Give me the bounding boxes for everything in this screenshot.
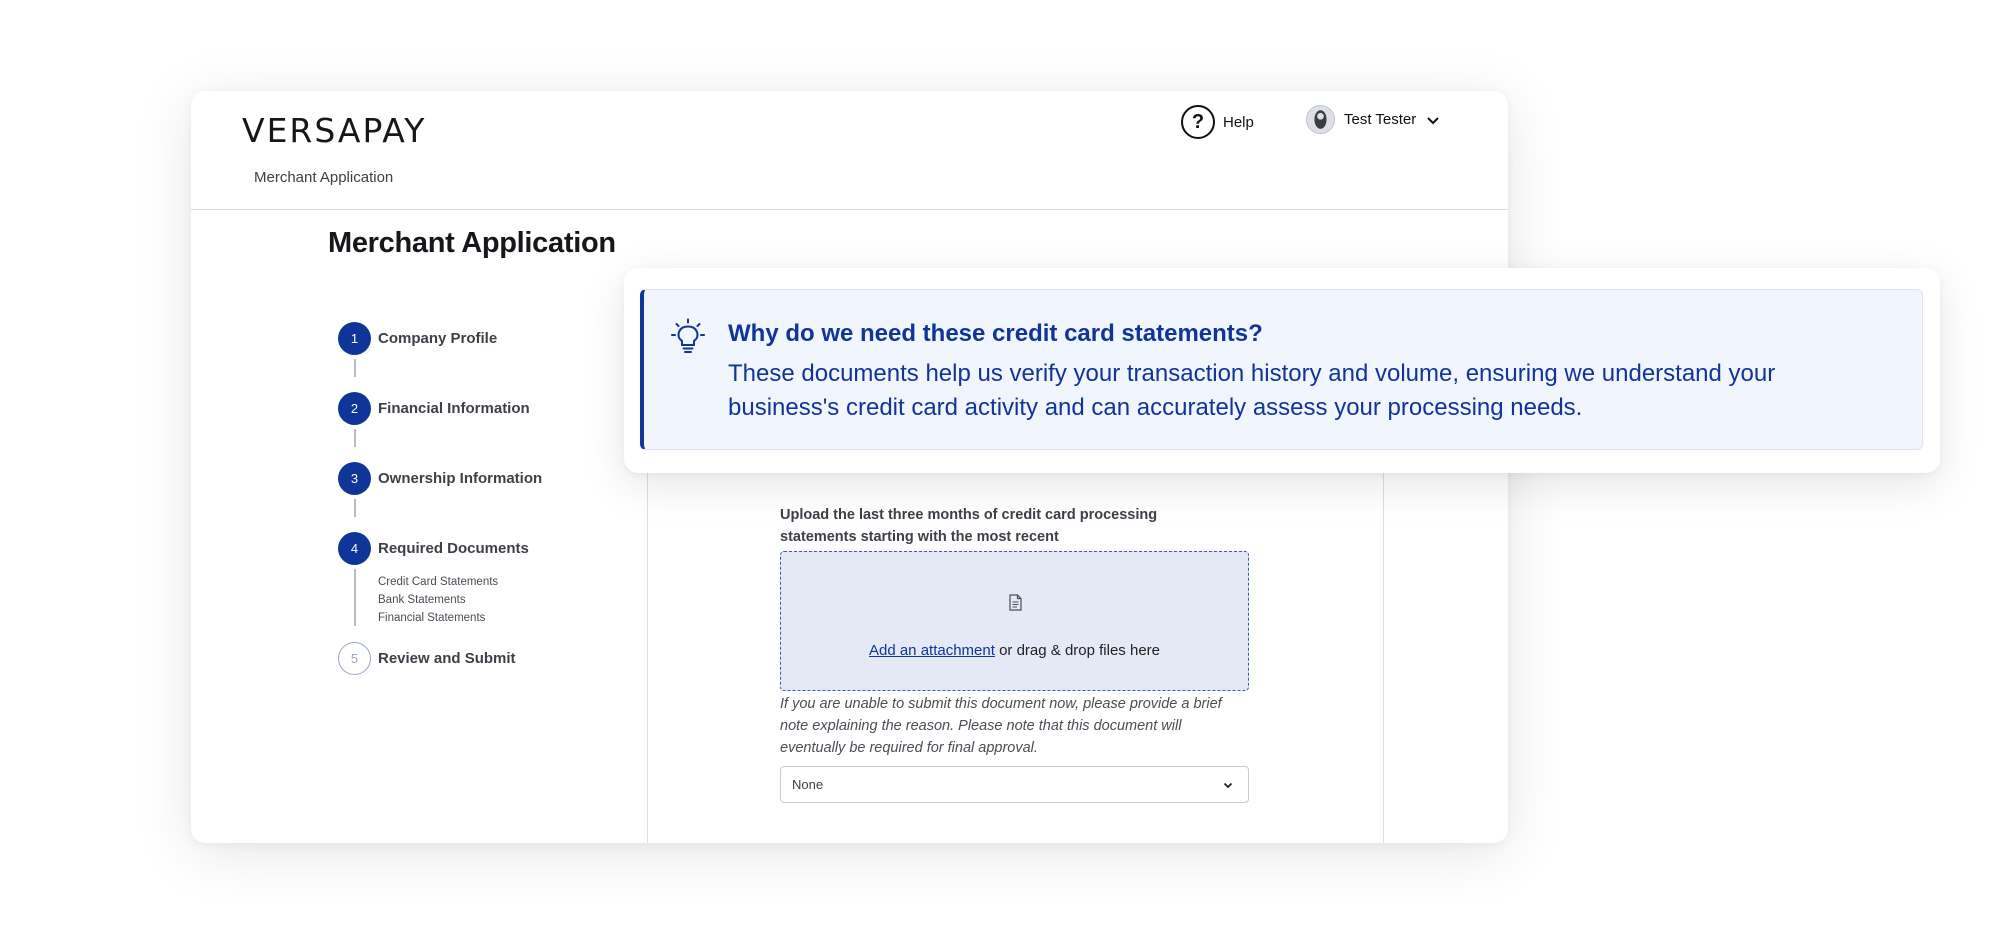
step-label: Ownership Information (378, 470, 543, 487)
versapay-logo[interactable]: VERSAPAY (242, 111, 426, 150)
avatar-icon (1306, 105, 1335, 134)
substep-credit-card-statements[interactable]: Credit Card Statements (378, 576, 498, 588)
tip-body: These documents help us verify your tran… (728, 360, 1776, 421)
step-connector (354, 569, 356, 626)
missing-document-note: If you are unable to submit this documen… (780, 696, 1222, 756)
user-name: Test Tester (1344, 111, 1417, 128)
file-dropzone[interactable]: Add an attachment or drag & drop files h… (780, 551, 1249, 691)
help-label: Help (1223, 113, 1254, 131)
step-label: Required Documents (378, 540, 529, 557)
step-review-and-submit[interactable]: 5 Review and Submit (338, 642, 516, 675)
step-label: Review and Submit (378, 650, 516, 667)
top-bar: VERSAPAY Merchant Application ? Help Tes… (191, 91, 1508, 210)
upload-instructions: Upload the last three months of credit c… (780, 507, 1158, 545)
step-financial-information[interactable]: 2 Financial Information (338, 392, 530, 425)
reason-select[interactable]: None (780, 766, 1249, 803)
step-number: 5 (338, 642, 371, 675)
step-number: 2 (338, 392, 371, 425)
step-required-documents[interactable]: 4 Required Documents (338, 532, 529, 565)
step-number: 1 (338, 322, 371, 355)
help-button[interactable]: ? Help (1181, 105, 1254, 139)
tip-title: Why do we need these credit card stateme… (728, 320, 1263, 347)
step-label: Company Profile (378, 330, 498, 347)
step-connector (354, 499, 356, 517)
step-company-profile[interactable]: 1 Company Profile (338, 322, 497, 355)
substep-bank-statements[interactable]: Bank Statements (378, 594, 466, 606)
breadcrumb[interactable]: Merchant Application (254, 169, 393, 186)
step-connector (354, 429, 356, 447)
step-label: Financial Information (378, 400, 530, 417)
chevron-down-icon (1223, 782, 1233, 789)
drag-drop-hint: or drag & drop files here (994, 642, 1160, 659)
step-number: 4 (338, 532, 371, 565)
page-title: Merchant Application (328, 227, 616, 259)
add-attachment-link[interactable]: Add an attachment (869, 642, 995, 659)
step-number: 3 (338, 462, 371, 495)
substep-financial-statements[interactable]: Financial Statements (378, 612, 485, 624)
question-circle-icon: ? (1181, 105, 1215, 139)
lightbulb-icon (671, 318, 705, 353)
step-ownership-information[interactable]: 3 Ownership Information (338, 462, 542, 495)
dropzone-text: Add an attachment or drag & drop files h… (781, 642, 1248, 659)
document-icon (1009, 594, 1022, 611)
user-menu[interactable]: Test Tester (1306, 105, 1441, 134)
tip-callout: Why do we need these credit card stateme… (640, 289, 1923, 450)
tip-callout-card: Why do we need these credit card stateme… (624, 268, 1940, 473)
step-connector (354, 359, 356, 377)
reason-select-value: None (792, 777, 824, 792)
chevron-down-icon (1427, 116, 1439, 124)
